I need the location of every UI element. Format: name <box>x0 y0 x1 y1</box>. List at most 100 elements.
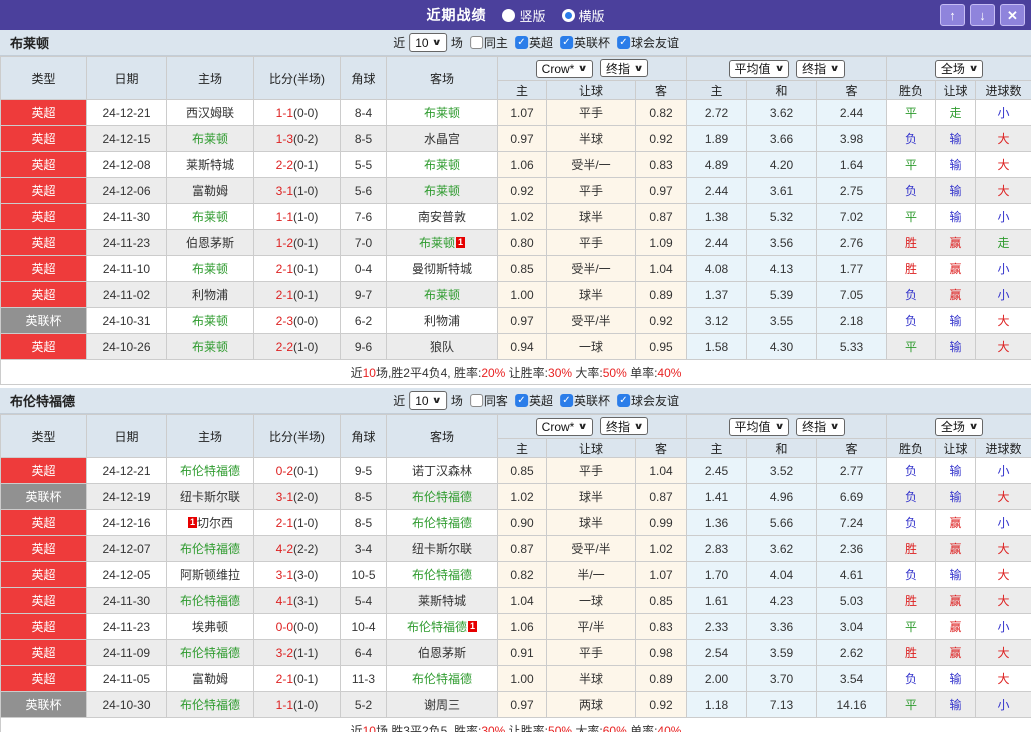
col-corner: 角球 <box>340 56 387 100</box>
recent-count-select[interactable]: 10 ∨ <box>409 33 447 52</box>
team-name: 伯恩茅斯 <box>185 236 234 250</box>
team-name: 利物浦 <box>191 288 228 302</box>
summary-segment: 10 <box>362 365 376 380</box>
average-select[interactable]: 平均值 ∨ <box>728 59 789 78</box>
fulltime-select[interactable]: 全场 ∨ <box>934 59 984 78</box>
same-venue-checkbox[interactable]: 同客 <box>469 392 508 409</box>
checkbox-checked-icon[interactable]: ✓ <box>616 36 630 49</box>
result-goals: 大 <box>975 125 1031 152</box>
home-odds: 1.00 <box>497 281 547 308</box>
corner-count: 8-4 <box>340 99 387 126</box>
halftime-score: (1-0) <box>293 697 319 712</box>
result-goals: 大 <box>975 665 1031 692</box>
team-name: 南安普敦 <box>417 210 466 224</box>
recent-count-value: 10 <box>415 393 429 408</box>
team-name: 布伦特福德 <box>179 464 240 478</box>
checkbox-unchecked-icon[interactable] <box>469 394 483 407</box>
home-team: 埃弗顿 <box>166 613 254 640</box>
avg-draw-odds: 3.59 <box>746 639 817 666</box>
layout-vertical-radio[interactable]: 竖版 <box>502 6 546 25</box>
corner-count: 11-3 <box>340 665 387 692</box>
league-eflcup-checkbox[interactable]: ✓ 英联杯 <box>559 34 610 51</box>
move-down-button[interactable]: ↓ <box>970 4 995 26</box>
checkbox-unchecked-icon[interactable] <box>469 36 483 49</box>
radio-selected-icon[interactable] <box>561 8 575 22</box>
summary-segment: 大率: <box>572 723 603 732</box>
avg-away-odds: 5.33 <box>815 333 888 360</box>
close-button[interactable]: ✕ <box>1000 4 1025 26</box>
league-eflcup-checkbox[interactable]: ✓ 英联杯 <box>559 392 610 409</box>
final-odds-select[interactable]: 终指 ∨ <box>600 59 649 78</box>
away-odds: 0.87 <box>635 203 687 230</box>
result-wdl: 胜 <box>886 535 937 562</box>
radio-unselected-icon[interactable] <box>502 8 516 22</box>
team-name: 布莱顿 <box>423 184 460 198</box>
checkbox-checked-icon[interactable]: ✓ <box>616 394 630 407</box>
result-handicap: 走 <box>935 99 977 126</box>
league-friendly-checkbox[interactable]: ✓ 球会友谊 <box>616 392 679 409</box>
checkbox-checked-icon[interactable]: ✓ <box>559 394 573 407</box>
team-section-brentford: 布伦特福德 近 10 ∨ 场 同客 ✓ 英超 ✓ 英联杯 ✓ 球会友谊 类型 日… <box>0 388 1031 732</box>
layout-horizontal-radio[interactable]: 横版 <box>561 6 605 25</box>
result-handicap: 输 <box>935 307 977 334</box>
bookmaker-select[interactable]: Crow* ∨ <box>535 59 593 78</box>
checkbox-checked-icon[interactable]: ✓ <box>514 394 528 407</box>
league-epl-checkbox[interactable]: ✓ 英超 <box>514 392 553 409</box>
league-friendly-checkbox[interactable]: ✓ 球会友谊 <box>616 34 679 51</box>
league-epl-label: 英超 <box>528 36 553 50</box>
handicap-line: 平手 <box>546 457 636 484</box>
result-wdl: 负 <box>886 665 937 692</box>
match-score: 2-1(1-0) <box>253 509 341 536</box>
match-row: 英超 24-12-15 布莱顿 1-3(0-2) 8-5 水晶宫 0.97 半球 0.92 1.8… <box>0 125 1031 152</box>
checkbox-checked-icon[interactable]: ✓ <box>559 36 573 49</box>
checkbox-checked-icon[interactable]: ✓ <box>514 36 528 49</box>
handicap-line: 平/半 <box>546 613 636 640</box>
corner-count: 7-0 <box>340 229 387 256</box>
avg-draw-odds: 5.66 <box>746 509 817 536</box>
match-row: 英超 24-11-02 利物浦 2-1(0-1) 9-7 布莱顿 1.00 球半 0.89 1.3… <box>0 281 1031 308</box>
away-team: 莱斯特城 <box>386 587 498 614</box>
league-type-badge: 英联杯 <box>0 307 87 334</box>
final-odds-select-2[interactable]: 终指 ∨ <box>796 59 845 78</box>
result-goals: 大 <box>975 639 1031 666</box>
avg-away-odds: 2.77 <box>815 457 888 484</box>
avg-home-odds: 1.89 <box>686 125 747 152</box>
result-handicap: 输 <box>935 177 977 204</box>
result-wdl: 负 <box>886 509 937 536</box>
home-team: 布伦特福德 <box>166 535 254 562</box>
bookmaker-select[interactable]: Crow* ∨ <box>535 417 593 436</box>
away-odds: 0.98 <box>635 639 687 666</box>
team-name: 纽卡斯尔联 <box>411 542 472 556</box>
corner-count: 5-2 <box>340 691 387 718</box>
corner-count: 9-6 <box>340 333 387 360</box>
avg-away-odds: 2.18 <box>815 307 888 334</box>
same-venue-checkbox[interactable]: 同主 <box>469 34 508 51</box>
near-label: 近 <box>393 394 406 408</box>
fulltime-select[interactable]: 全场 ∨ <box>934 417 984 436</box>
home-odds: 1.06 <box>497 613 547 640</box>
avg-home-odds: 1.61 <box>686 587 747 614</box>
handicap-line: 受半/一 <box>546 151 636 178</box>
result-goals: 小 <box>975 255 1031 282</box>
move-up-button[interactable]: ↑ <box>940 4 965 26</box>
result-wdl: 胜 <box>886 639 937 666</box>
final-odds-select-2[interactable]: 终指 ∨ <box>796 417 845 436</box>
team-name: 布伦特福德 <box>411 516 472 530</box>
final-odds-select[interactable]: 终指 ∨ <box>600 417 649 436</box>
home-odds: 0.97 <box>497 125 547 152</box>
average-select[interactable]: 平均值 ∨ <box>728 417 789 436</box>
home-team: 富勒姆 <box>166 665 254 692</box>
match-row: 英联杯 24-10-31 布莱顿 2-3(0-0) 6-2 利物浦 0.97 受平/半 0.92… <box>0 307 1031 334</box>
match-score: 1-1(1-0) <box>253 203 341 230</box>
match-row: 英超 24-11-30 布伦特福德 4-1(3-1) 5-4 莱斯特城 1.04 一球 0.85… <box>0 587 1031 614</box>
summary-row: 近10场,胜3平2负5, 胜率:30% 让胜率:50% 大率:60% 单率:40… <box>0 717 1031 732</box>
league-epl-checkbox[interactable]: ✓ 英超 <box>514 34 553 51</box>
halftime-score: (0-1) <box>293 261 319 276</box>
league-type-badge: 英超 <box>0 255 87 282</box>
home-team: 富勒姆 <box>166 177 254 204</box>
result-goals: 大 <box>975 307 1031 334</box>
home-odds: 1.00 <box>497 665 547 692</box>
match-date: 24-11-02 <box>86 281 167 308</box>
fulltime-score: 3-1 <box>275 183 293 198</box>
recent-count-select[interactable]: 10 ∨ <box>409 391 447 410</box>
